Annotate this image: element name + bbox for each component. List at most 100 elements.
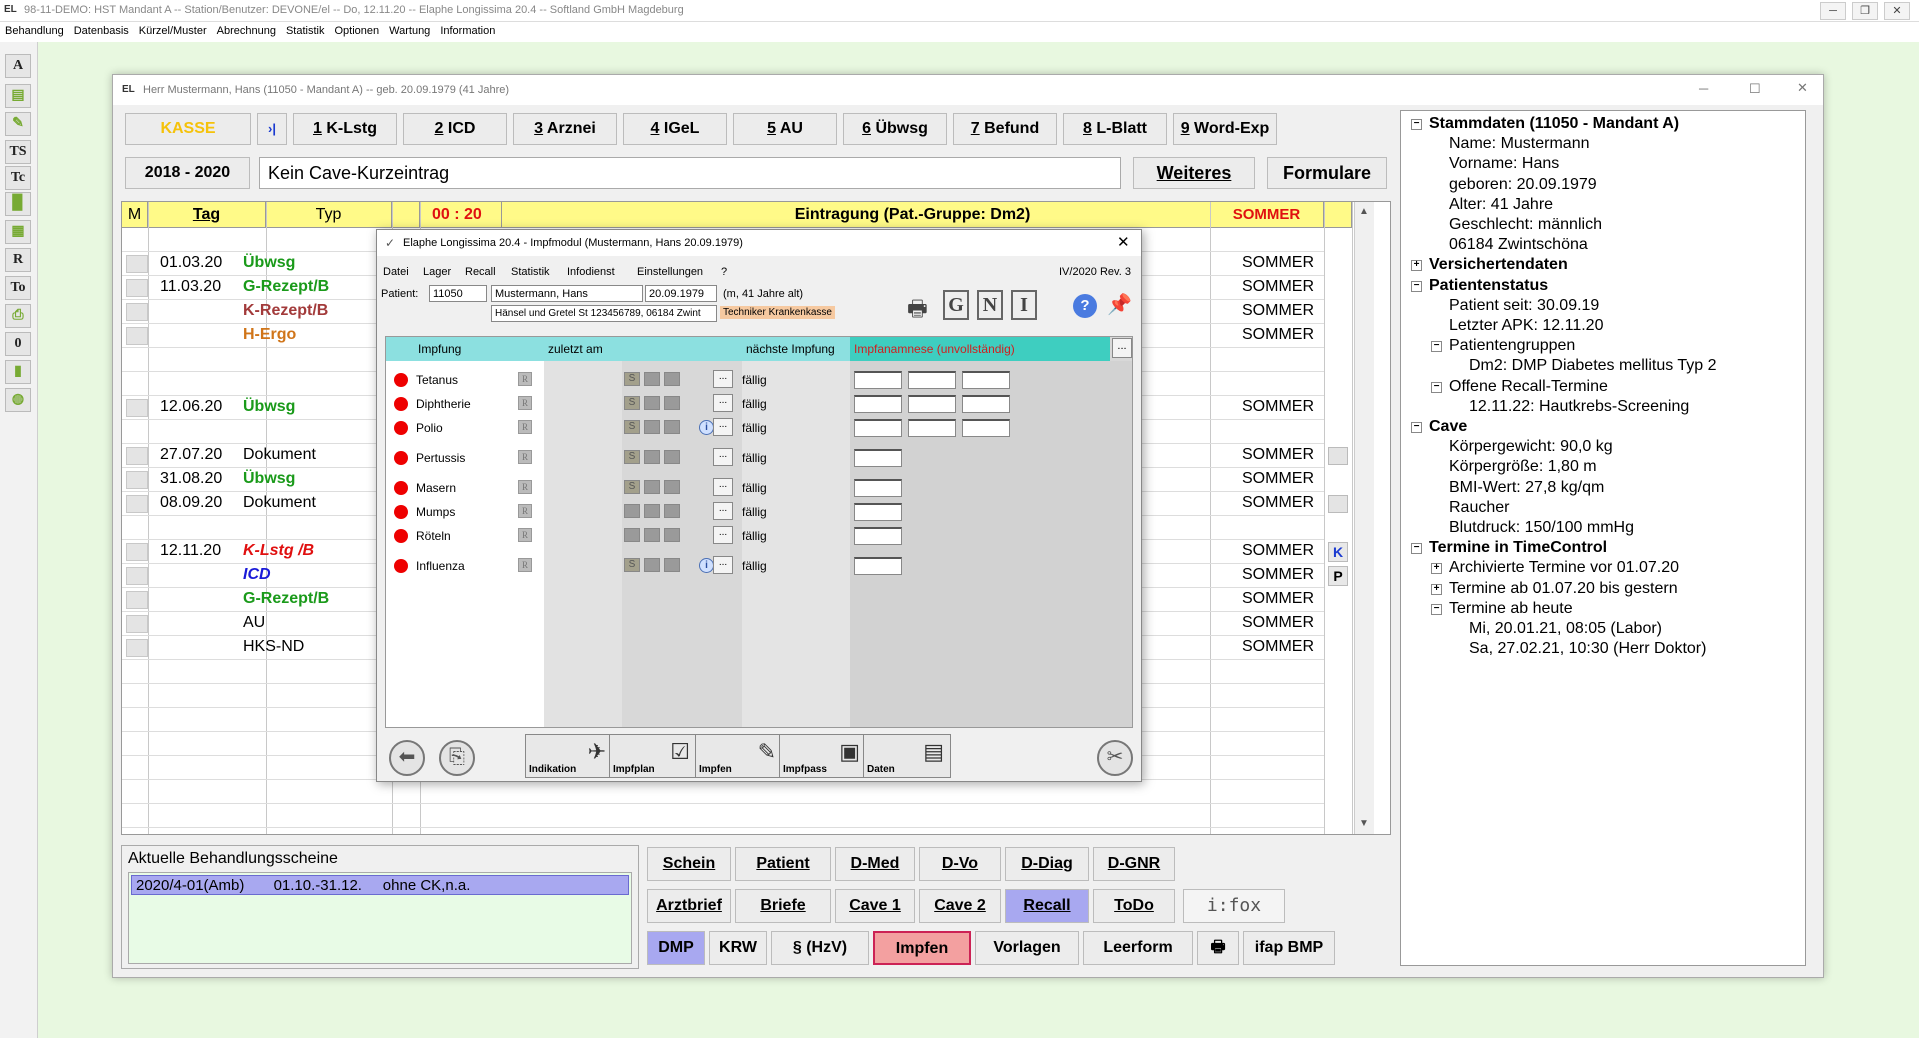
besonderheit-box[interactable] [664,528,680,542]
anamnese-field[interactable] [854,371,902,389]
tree-node[interactable]: 06184 Zwintschöna [1449,236,1588,254]
btn-ddiag[interactable]: D-Diag [1005,847,1089,881]
row-marker[interactable] [126,255,148,273]
besonderheit-box[interactable] [664,372,680,386]
chart-icon[interactable]: ▮ [5,360,31,384]
row-type[interactable]: Übwsg [243,398,295,416]
row-type[interactable]: H-Ergo [243,326,296,344]
anamnese-field[interactable] [908,395,956,413]
anamnese-field[interactable] [962,371,1010,389]
vaccine-row[interactable]: Tetanus R S... fällig [386,367,1134,391]
menu-item-5[interactable]: Optionen [329,22,384,37]
toolbar-button-2[interactable]: 2 ICD [403,113,507,145]
tree-node[interactable]: 12.11.22: Hautkrebs-Screening [1469,398,1689,416]
details-button[interactable]: ... [713,502,733,520]
row-type[interactable]: Übwsg [243,470,295,488]
maximize-button[interactable]: ❐ [1852,2,1878,20]
recall-r-icon[interactable]: R [518,504,532,518]
menu-item-3[interactable]: Abrechnung [212,22,281,37]
menu-item-0[interactable]: Behandlung [0,22,69,37]
patient-id-field[interactable]: 11050 [429,285,487,302]
details-button[interactable]: ... [713,448,733,466]
menu-item-1[interactable]: Datenbasis [69,22,134,37]
recall-r-icon[interactable]: R [518,558,532,572]
tree-collapse-icon[interactable]: − [1431,603,1442,615]
weiteres-button[interactable]: Weiteres [1133,157,1255,189]
maximize-icon[interactable]: ☐ [1749,81,1761,97]
btn-dgnr[interactable]: D-GNR [1093,847,1175,881]
row-marker[interactable] [126,327,148,345]
tree-collapse-icon[interactable]: − [1431,381,1442,393]
grid-scrollbar[interactable]: ▲ ▼ [1354,202,1374,834]
recall-r-icon[interactable]: R [518,480,532,494]
details-button[interactable]: ... [713,526,733,544]
patient-name-field[interactable]: Mustermann, Hans [491,285,643,302]
toolbar-button-8[interactable]: 8 L-Blatt [1063,113,1167,145]
cave-field[interactable]: Kein Cave-Kurzeintrag [259,157,1121,189]
tree-node[interactable]: Alter: 41 Jahre [1449,196,1553,214]
row-marker[interactable] [126,303,148,321]
vaccine-row[interactable]: Röteln R... fällig [386,523,1134,547]
menu-item-4[interactable]: Statistik [281,22,330,37]
dialog-menu-0[interactable]: Datei [383,266,409,278]
row-marker[interactable] [126,639,148,657]
toolbar-button-7[interactable]: 7 Befund [953,113,1057,145]
anamnese-field[interactable] [854,503,902,521]
besonderheit-box[interactable] [644,504,660,518]
toolbar-button-9[interactable]: 9 Word-Exp [1173,113,1277,145]
back-icon[interactable]: ⬅ [389,740,425,776]
vaccine-row[interactable]: Influenza R Si... fällig [386,553,1134,577]
print-icon-button[interactable]: 🖶 [1197,931,1239,965]
details-button[interactable]: ... [713,478,733,496]
besonderheit-s-box[interactable] [624,528,640,542]
besonderheit-box[interactable] [664,396,680,410]
tree-node[interactable]: Offene Recall-Termine [1449,378,1608,396]
row-type[interactable]: ICD [243,566,271,584]
row-type[interactable]: Dokument [243,446,316,464]
besonderheit-box[interactable] [664,420,680,434]
tree-node[interactable]: Name: Mustermann [1449,135,1590,153]
anamnese-field[interactable] [854,419,902,437]
besonderheit-box[interactable] [664,504,680,518]
btn-krw[interactable]: KRW [709,931,767,965]
tree-node[interactable]: Termine ab 01.07.20 bis gestern [1449,580,1678,598]
tools-icon[interactable]: ✂ [1097,740,1133,776]
printer-icon[interactable]: 🖶 [907,292,937,321]
vaccine-row[interactable]: Diphtherie R S... fällig [386,391,1134,415]
besonderheit-s-box[interactable]: S [624,420,640,434]
row-extra-p-badge[interactable]: P [1328,566,1348,586]
recall-r-icon[interactable]: R [518,396,532,410]
dob-field[interactable]: 20.09.1979 [645,285,717,302]
row-type[interactable]: Übwsg [243,254,295,272]
tree-node[interactable]: Letzter APK: 12.11.20 [1449,317,1603,335]
row-marker[interactable] [126,447,148,465]
tree-collapse-icon[interactable]: − [1411,280,1422,292]
tree-collapse-icon[interactable]: − [1411,422,1422,433]
anamnese-more-button[interactable]: ... [1112,338,1132,358]
anamnese-field[interactable] [962,395,1010,413]
tree-node[interactable]: Blutdruck: 150/100 mmHg [1449,519,1634,537]
tree-expand-icon[interactable]: + [1411,260,1422,272]
g-icon[interactable]: G [943,290,969,320]
btn-impfen[interactable]: Impfen [873,931,971,965]
tree-node[interactable]: Mi, 20.01.21, 08:05 (Labor) [1469,620,1662,638]
ifox-button[interactable]: i:fox [1183,889,1285,923]
n-icon[interactable]: N [977,290,1003,320]
ts-icon[interactable]: TS [5,140,31,164]
globe-icon[interactable]: ◍ [5,388,31,412]
btn-dvo[interactable]: D-Vo [919,847,1001,881]
years-button[interactable]: 2018 - 2020 [125,157,250,189]
tree-node[interactable]: Sa, 27.02.21, 10:30 (Herr Doktor) [1469,640,1706,658]
minimize-button[interactable]: ─ [1820,2,1846,20]
recall-r-icon[interactable]: R [518,528,532,542]
anamnese-field[interactable] [908,371,956,389]
i-icon[interactable]: I [1011,290,1037,320]
row-marker[interactable] [126,279,148,297]
tree-collapse-icon[interactable]: − [1431,341,1442,353]
besonderheit-box[interactable] [664,480,680,494]
r-icon[interactable]: R [5,248,31,272]
dialog-menu-2[interactable]: Recall [465,266,496,278]
row-type[interactable]: K-Rezept/B [243,302,328,320]
tree-node[interactable]: Termine ab heute [1449,600,1573,618]
btn-briefe[interactable]: Briefe [735,889,831,923]
